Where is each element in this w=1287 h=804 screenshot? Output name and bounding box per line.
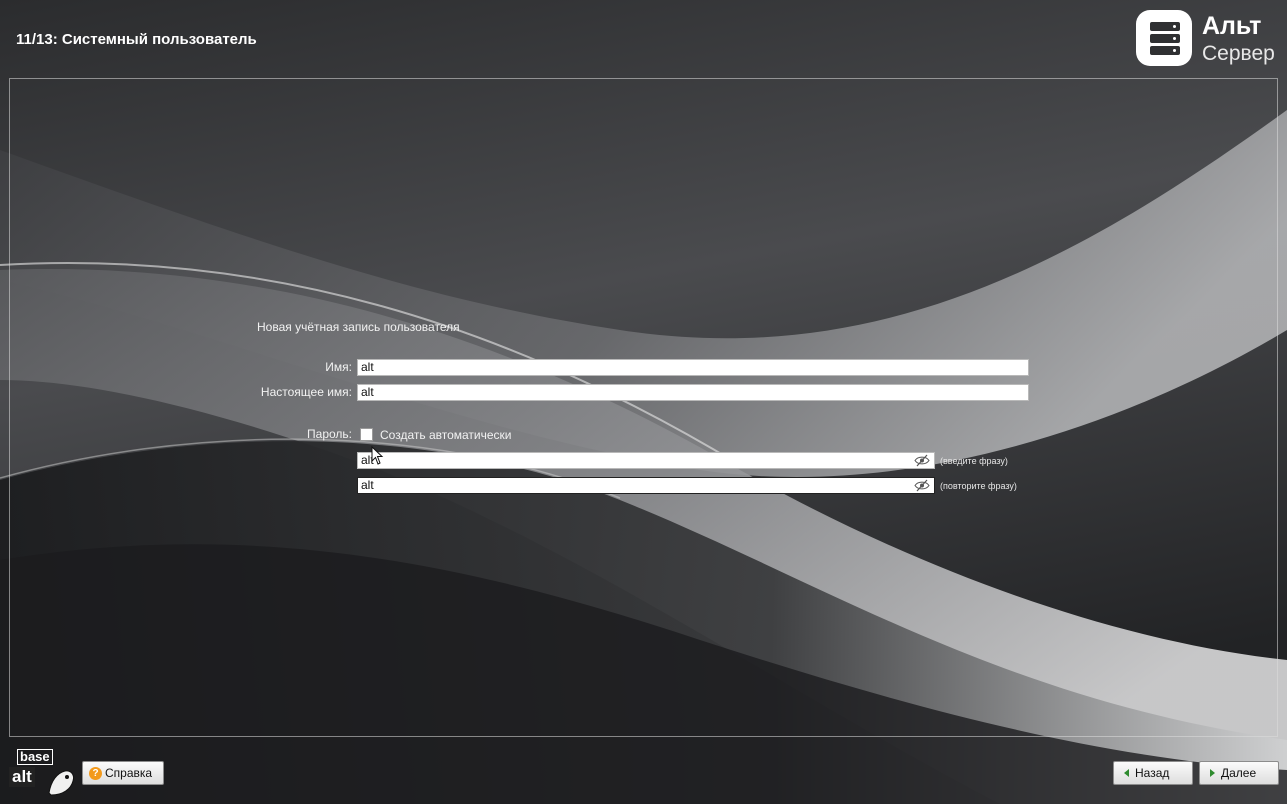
question-mark-icon: ? (89, 766, 102, 780)
mouse-cursor-icon (371, 446, 384, 465)
basealt-logo: base alt (9, 747, 79, 799)
realname-label: Настоящее имя: (260, 385, 352, 399)
help-button-label: Справка (105, 766, 153, 780)
password-hint: (введите фразу) (940, 456, 1008, 466)
logo-subtitle: Сервер (1202, 42, 1275, 65)
chevron-right-icon (1210, 769, 1215, 777)
alt-server-logo: Альт Сервер (1134, 8, 1284, 70)
realname-input[interactable]: alt (357, 384, 1029, 401)
name-label: Имя: (325, 360, 352, 374)
content-frame (9, 78, 1278, 737)
password-confirm-hint: (повторите фразу) (940, 481, 1017, 491)
brand-bottom: alt (9, 767, 35, 787)
next-button-label: Далее (1221, 766, 1257, 780)
step-title: 11/13: Системный пользователь (16, 31, 257, 48)
password-confirm-input[interactable]: alt (357, 477, 935, 494)
logo-title: Альт (1202, 12, 1262, 40)
back-button-label: Назад (1135, 766, 1170, 780)
name-input[interactable]: alt (357, 359, 1029, 376)
auto-generate-checkbox[interactable] (360, 428, 373, 441)
help-button[interactable]: ? Справка (82, 761, 164, 785)
auto-generate-label[interactable]: Создать автоматически (380, 428, 512, 442)
chevron-left-icon (1124, 769, 1129, 777)
eye-slash-icon[interactable] (914, 454, 930, 467)
mascot-icon (48, 770, 74, 796)
next-button[interactable]: Далее (1199, 761, 1279, 785)
password-input[interactable]: alt (357, 452, 935, 469)
eye-slash-icon[interactable] (914, 479, 930, 492)
password-label: Пароль: (307, 427, 352, 441)
back-button[interactable]: Назад (1113, 761, 1193, 785)
server-stack-icon (1136, 10, 1192, 66)
section-title: Новая учётная запись пользователя (257, 320, 460, 334)
password-confirm-value: alt (361, 478, 374, 492)
